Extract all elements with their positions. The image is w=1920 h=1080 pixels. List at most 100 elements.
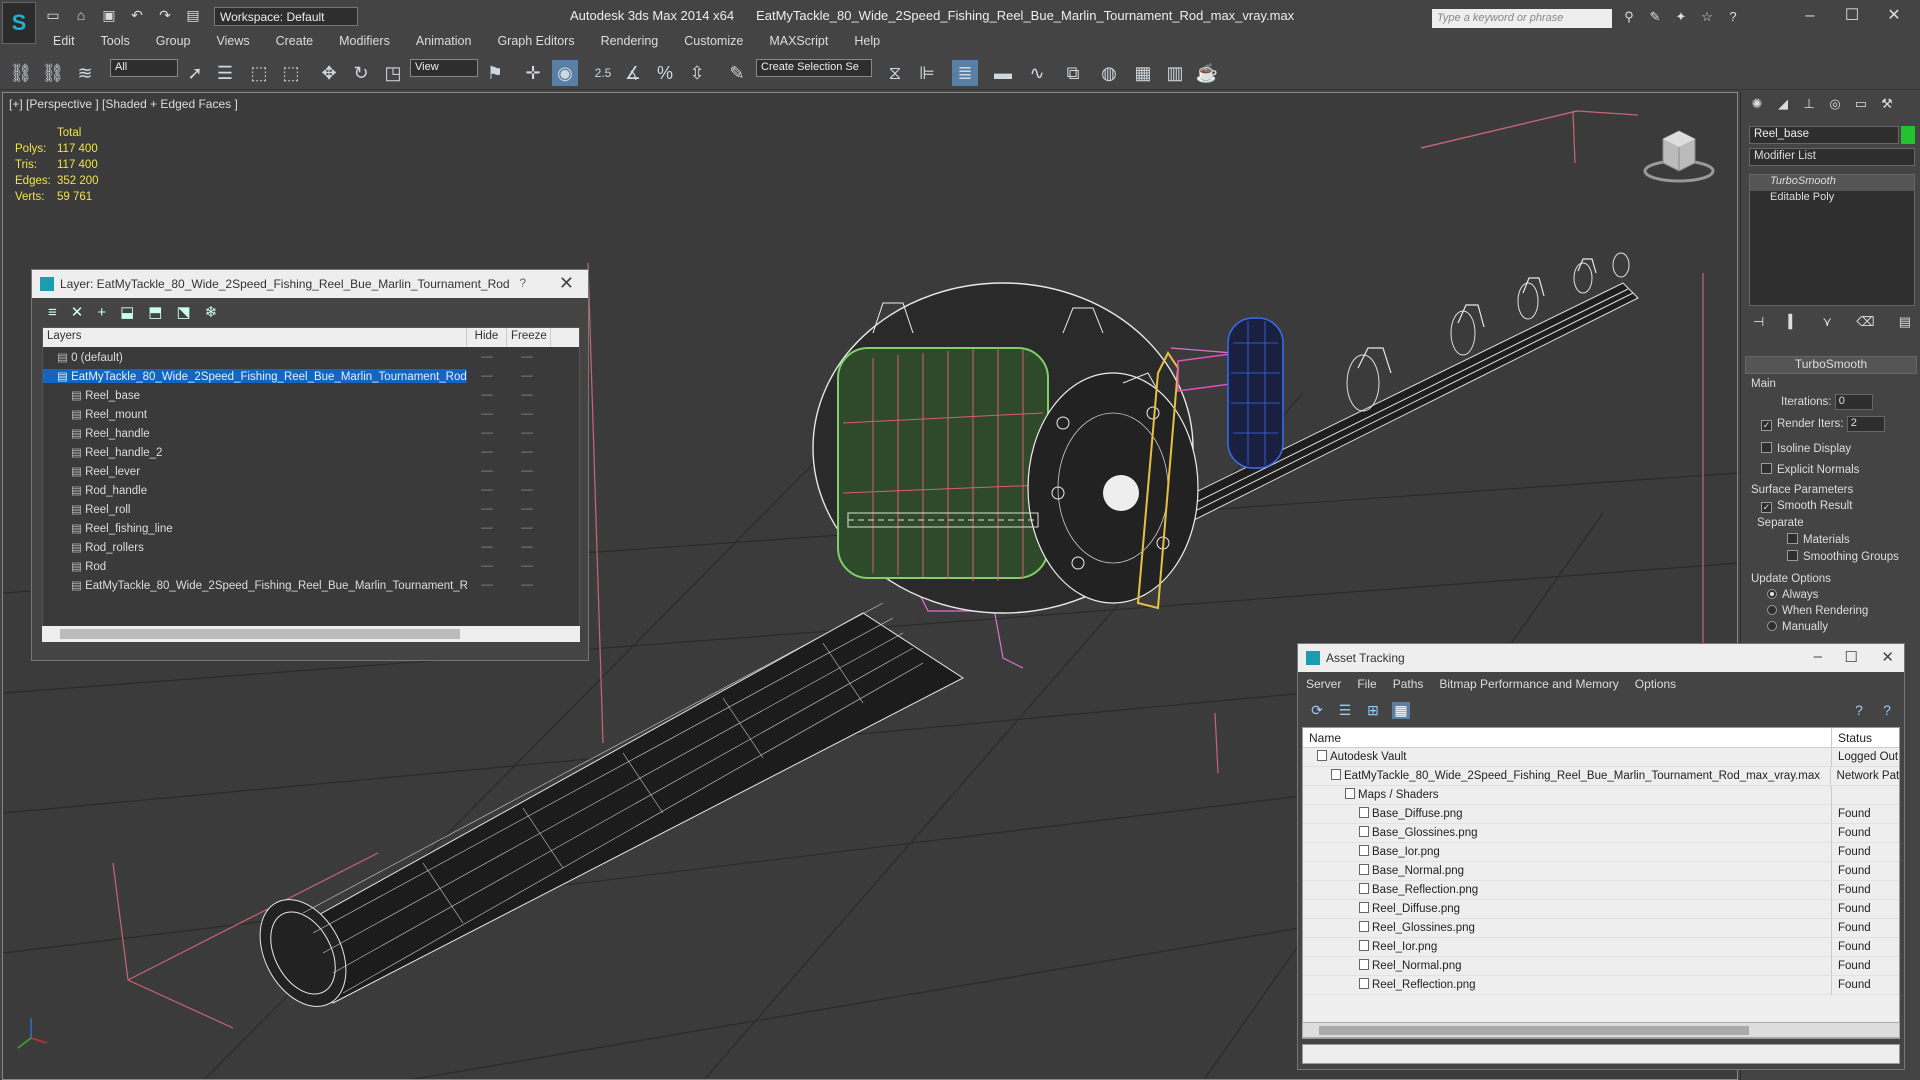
scrollbar-thumb[interactable] [60, 629, 460, 639]
menu-customize[interactable]: Customize [671, 32, 756, 52]
reference-coordinate-dropdown[interactable]: View [410, 59, 478, 77]
maximize-icon[interactable]: ☐ [1845, 648, 1858, 666]
help-icon[interactable]: ? [519, 276, 526, 290]
col-freeze[interactable]: Freeze [507, 328, 551, 347]
render-iters-spinner[interactable]: 2 [1846, 416, 1885, 432]
menu-server[interactable]: Server [1298, 677, 1349, 691]
asset-row[interactable]: Base_Reflection.png Found [1303, 880, 1899, 900]
col-status[interactable]: Status [1832, 728, 1878, 747]
highlight-selected-icon[interactable]: ⬒ [148, 303, 162, 321]
layer-dialog-titlebar[interactable]: Layer: EatMyTackle_80_Wide_2Speed_Fishin… [32, 270, 588, 298]
hide-all-icon[interactable]: ⬔ [176, 303, 190, 321]
freeze-toggle[interactable]: — [507, 503, 547, 515]
window-crossing-icon[interactable]: ⬚ [278, 60, 304, 86]
app-logo-icon[interactable]: S [2, 2, 36, 44]
tree-view-icon[interactable]: ⊞ [1364, 702, 1382, 719]
layer-row[interactable]: ▤ Rod_handle — — [43, 480, 579, 499]
menu-group[interactable]: Group [143, 32, 204, 52]
add-to-layer-icon[interactable]: + [97, 304, 106, 321]
select-by-name-icon[interactable]: ☰ [212, 60, 238, 86]
menu-paths[interactable]: Paths [1385, 677, 1432, 691]
layer-row[interactable]: ▤ 0 (default) — — [43, 347, 579, 366]
asset-row[interactable]: Base_Diffuse.png Found [1303, 804, 1899, 824]
menu-options[interactable]: Options [1627, 677, 1684, 691]
hide-toggle[interactable]: — [467, 427, 507, 439]
asset-horizontal-scrollbar[interactable] [1302, 1022, 1900, 1038]
materials-checkbox[interactable] [1787, 533, 1798, 544]
named-selection-set-dropdown[interactable]: Create Selection Se [756, 59, 872, 77]
layer-horizontal-scrollbar[interactable] [42, 626, 580, 642]
show-end-result-icon[interactable]: ▍ [1788, 314, 1798, 330]
pivot-center-icon[interactable]: ⚑ [482, 60, 508, 86]
undo-icon[interactable]: ↶ [128, 7, 146, 23]
menu-maxscript[interactable]: MAXScript [756, 32, 841, 52]
menu-bitmap-performance[interactable]: Bitmap Performance and Memory [1431, 677, 1626, 691]
menu-file[interactable]: File [1349, 677, 1384, 691]
hide-toggle[interactable]: — [467, 484, 507, 496]
freeze-toggle[interactable]: — [507, 408, 547, 420]
menu-rendering[interactable]: Rendering [588, 32, 672, 52]
col-layers[interactable]: Layers [43, 328, 467, 347]
hide-toggle[interactable]: — [467, 541, 507, 553]
schematic-view-icon[interactable]: ⧉ [1060, 60, 1086, 86]
open-file-icon[interactable]: ⌂ [72, 7, 90, 23]
pin-stack-icon[interactable]: ⊣ [1753, 314, 1764, 330]
explicit-normals-checkbox[interactable] [1761, 463, 1772, 474]
graphite-ribbon-icon[interactable]: ▬ [990, 60, 1016, 86]
create-tab-icon[interactable]: ✺ [1747, 96, 1767, 114]
align-icon[interactable]: ⊫ [914, 60, 940, 86]
menu-views[interactable]: Views [203, 32, 262, 52]
layer-row[interactable]: ▤ Reel_fishing_line — — [43, 518, 579, 537]
asset-row[interactable]: Reel_Glossines.png Found [1303, 918, 1899, 938]
asset-row[interactable]: Reel_Reflection.png Found [1303, 975, 1899, 995]
freeze-all-icon[interactable]: ❄ [205, 303, 218, 321]
utilities-tab-icon[interactable]: ⚒ [1877, 96, 1897, 114]
scrollbar-thumb[interactable] [1319, 1026, 1749, 1035]
selection-filter-dropdown[interactable]: All [110, 59, 178, 77]
close-icon[interactable]: ✕ [1881, 648, 1894, 666]
col-hide[interactable]: Hide [467, 328, 507, 347]
snap-toggle-icon[interactable]: 2.5 [590, 60, 616, 86]
context-help-icon[interactable]: ? [1878, 702, 1896, 718]
refresh-icon[interactable]: ⟳ [1308, 702, 1326, 719]
unlink-icon[interactable]: ⛓ [40, 60, 66, 86]
move-icon[interactable]: ✥ [316, 60, 342, 86]
asset-row[interactable]: EatMyTackle_80_Wide_2Speed_Fishing_Reel_… [1303, 766, 1899, 786]
hide-toggle[interactable]: — [467, 522, 507, 534]
bind-space-warp-icon[interactable]: ≋ [72, 60, 98, 86]
layer-row[interactable]: ▤ Rod_rollers — — [43, 537, 579, 556]
minimize-icon[interactable]: – [1790, 4, 1830, 28]
save-file-icon[interactable]: ▣ [100, 7, 118, 23]
render-iters-checkbox[interactable]: ✓ [1761, 420, 1772, 432]
help-icon[interactable]: ? [1850, 702, 1868, 718]
hide-toggle[interactable]: — [467, 579, 507, 591]
isoline-checkbox[interactable] [1761, 442, 1772, 453]
smooth-result-checkbox[interactable]: ✓ [1761, 502, 1772, 513]
modifier-list-dropdown[interactable]: Modifier List [1749, 148, 1915, 166]
hide-toggle[interactable]: — [467, 389, 507, 401]
object-color-swatch[interactable] [1901, 126, 1915, 144]
asset-row[interactable]: Maps / Shaders [1303, 785, 1899, 805]
viewcube-icon[interactable] [1643, 127, 1715, 183]
select-manipulate-icon[interactable]: ✛ [520, 60, 546, 86]
layer-row[interactable]: ▤ Reel_base — — [43, 385, 579, 404]
rendered-frame-window-icon[interactable]: ▥ [1162, 60, 1188, 86]
layer-manager-icon[interactable]: ≣ [952, 60, 978, 86]
hide-toggle[interactable]: — [467, 503, 507, 515]
rectangular-selection-icon[interactable]: ⬚ [246, 60, 272, 86]
freeze-toggle[interactable]: — [507, 484, 547, 496]
select-objects-icon[interactable]: ⬓ [120, 303, 134, 321]
hide-toggle[interactable]: — [467, 465, 507, 477]
layer-row[interactable]: ▤ Reel_handle_2— — [43, 442, 579, 461]
edit-named-selection-icon[interactable]: ✎ [724, 60, 750, 86]
menu-modifiers[interactable]: Modifiers [326, 32, 403, 52]
hide-toggle[interactable]: — [467, 560, 507, 572]
stack-item-editable-poly[interactable]: Editable Poly [1750, 191, 1914, 207]
list-view-icon[interactable]: ☰ [1336, 702, 1354, 719]
delete-layer-icon[interactable]: ✕ [71, 303, 84, 321]
select-object-icon[interactable]: ➚ [182, 60, 208, 86]
freeze-toggle[interactable]: — [507, 427, 547, 439]
freeze-toggle[interactable]: — [507, 389, 547, 401]
percent-snap-icon[interactable]: % [652, 60, 678, 86]
manually-radio[interactable] [1767, 621, 1777, 631]
